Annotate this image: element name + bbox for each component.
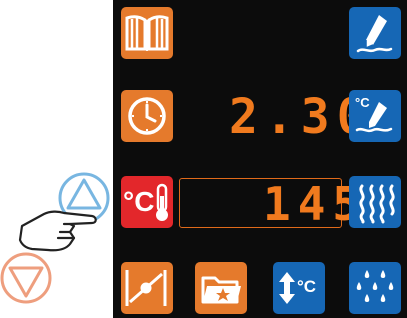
probe-icon: [125, 270, 167, 306]
temp-badge: °C: [355, 95, 370, 110]
oven-control-panel: 2.30 °C °C 145 °C: [113, 0, 407, 318]
gesture-overlay: [0, 172, 110, 304]
book-icon: [125, 15, 169, 51]
temp-unit-label: °C: [123, 186, 155, 217]
steam-button[interactable]: [349, 176, 401, 228]
program-folder-button[interactable]: [195, 262, 247, 314]
core-temperature-button[interactable]: °C: [273, 262, 325, 314]
pen-icon: [356, 15, 393, 53]
core-probe-unit-label: °C: [297, 277, 317, 296]
humidity-button[interactable]: [349, 262, 401, 314]
core-probe-button[interactable]: [121, 262, 173, 314]
temperature-button[interactable]: °C: [121, 176, 173, 228]
core-temperature-edit-button[interactable]: °C: [349, 90, 401, 142]
edit-program-button[interactable]: [349, 7, 401, 59]
water-drops-icon: [356, 270, 394, 302]
recipe-book-button[interactable]: [121, 7, 173, 59]
decrease-arrow-icon[interactable]: [0, 252, 52, 304]
timer-button[interactable]: [121, 90, 173, 142]
clock-icon: [128, 97, 166, 135]
steam-icon: [359, 184, 395, 224]
touch-hand-icon: [18, 210, 97, 252]
folder-star-icon: [201, 276, 241, 304]
